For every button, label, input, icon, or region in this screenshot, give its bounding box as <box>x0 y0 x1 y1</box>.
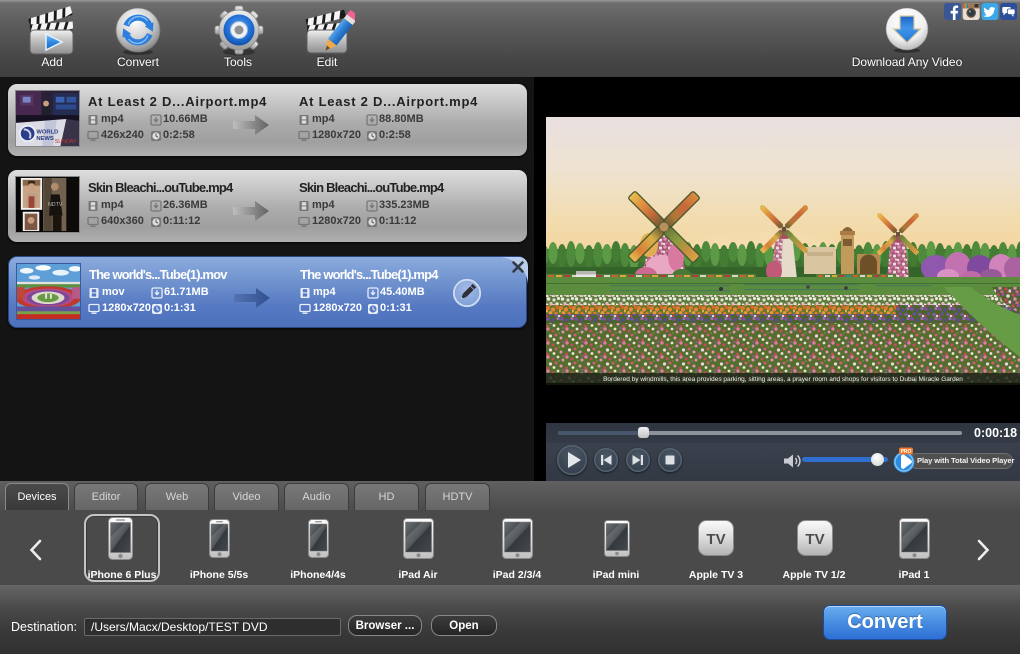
svg-text:Bordered by windmills, this ar: Bordered by windmills, this area provide… <box>603 376 963 383</box>
svg-text:NEWS: NEWS <box>36 136 54 142</box>
svg-text:NDTV: NDTV <box>48 202 63 208</box>
svg-text:PRO: PRO <box>901 449 912 455</box>
svg-text:TV: TV <box>706 531 725 548</box>
svg-text:WORLD: WORLD <box>36 129 58 135</box>
svg-text:SUNDAY: SUNDAY <box>55 139 77 145</box>
svg-text:TV: TV <box>805 531 824 548</box>
